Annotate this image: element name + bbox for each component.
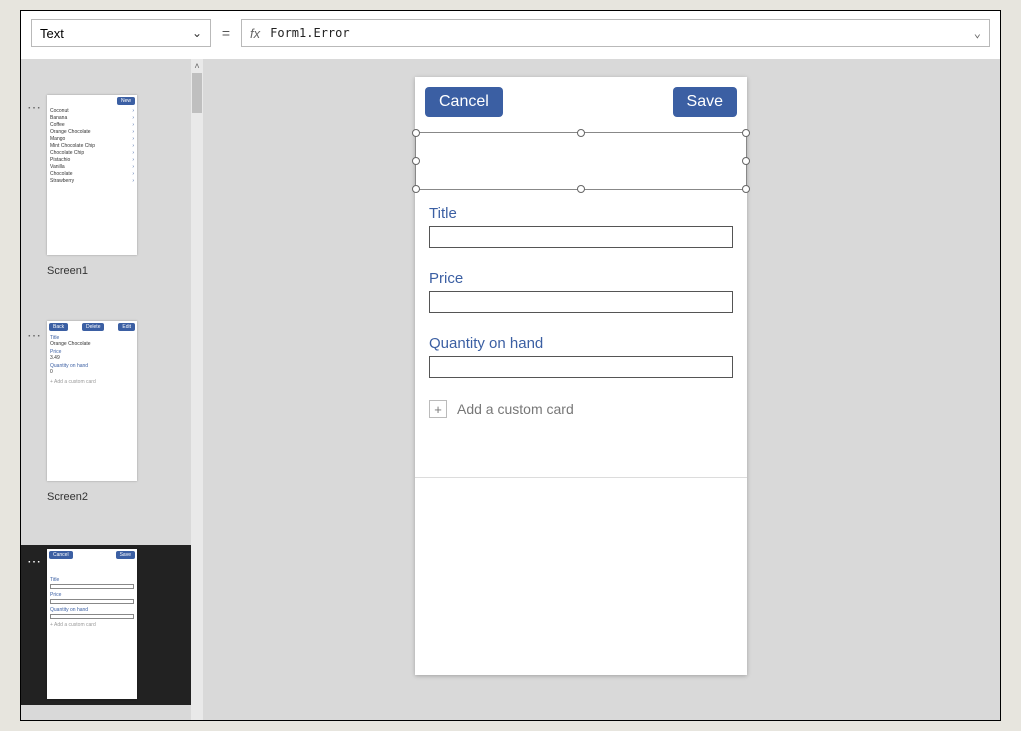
formula-bar: Text ⌄ = fx Form1.Error ⌄: [21, 11, 1000, 55]
form-body: Title Price Quantity on hand + Add a cus…: [429, 205, 733, 418]
formula-text: Form1.Error: [270, 26, 349, 40]
resize-handle[interactable]: [577, 185, 585, 193]
screens-panel: ⋯ New Coconut› Banana› Coffee› Orange Ch…: [21, 59, 191, 720]
mini-list: Coconut› Banana› Coffee› Orange Chocolat…: [47, 107, 137, 185]
resize-handle[interactable]: [742, 157, 750, 165]
thumb-menu-icon[interactable]: ⋯: [27, 553, 41, 570]
main-area: ⋯ New Coconut› Banana› Coffee› Orange Ch…: [21, 59, 1000, 720]
chevron-right-icon: ›: [132, 115, 134, 121]
quantity-input[interactable]: [429, 356, 733, 378]
mini-new-button: New: [117, 97, 135, 105]
thumb-screen1-preview: New Coconut› Banana› Coffee› Orange Choc…: [47, 95, 137, 255]
resize-handle[interactable]: [412, 129, 420, 137]
chevron-right-icon: ›: [132, 136, 134, 142]
mini-header: New: [47, 95, 137, 107]
selected-control[interactable]: [415, 132, 747, 190]
fx-icon: fx: [250, 26, 260, 41]
mini-header: Back Delete Edit: [47, 321, 137, 333]
chevron-right-icon: ›: [132, 178, 134, 184]
resize-handle[interactable]: [742, 185, 750, 193]
save-button[interactable]: Save: [673, 87, 737, 117]
add-custom-card[interactable]: + Add a custom card: [429, 400, 733, 418]
resize-handle[interactable]: [412, 185, 420, 193]
thumb-screen1[interactable]: New Coconut› Banana› Coffee› Orange Choc…: [47, 95, 137, 277]
resize-handle[interactable]: [742, 129, 750, 137]
thumb-screen2[interactable]: Back Delete Edit Title Orange Chocolate …: [47, 321, 137, 503]
thumb-screen3[interactable]: Cancel Save Title Price Quantity on hand…: [47, 549, 137, 699]
thumb-menu-icon[interactable]: ⋯: [27, 327, 41, 344]
chevron-right-icon: ›: [132, 143, 134, 149]
phone-header: Cancel Save: [415, 77, 747, 117]
resize-handle[interactable]: [412, 157, 420, 165]
scroll-thumb[interactable]: [192, 73, 202, 113]
price-label: Price: [429, 270, 733, 287]
cancel-button[interactable]: Cancel: [425, 87, 503, 117]
price-input[interactable]: [429, 291, 733, 313]
chevron-right-icon: ›: [132, 150, 134, 156]
chevron-right-icon: ›: [132, 129, 134, 135]
phone-preview: Cancel Save Title Price: [415, 77, 747, 675]
add-card-label: Add a custom card: [457, 401, 574, 417]
property-dropdown-value: Text: [40, 26, 64, 41]
property-dropdown[interactable]: Text ⌄: [31, 19, 211, 47]
app-frame: Text ⌄ = fx Form1.Error ⌄ ⋯ New Coconut›: [20, 10, 1001, 721]
thumb-screen3-preview: Cancel Save Title Price Quantity on hand…: [47, 549, 137, 699]
resize-handle[interactable]: [577, 129, 585, 137]
thumbs-scrollbar[interactable]: ˄: [191, 59, 203, 720]
thumb-screen1-label: Screen1: [47, 265, 137, 277]
chevron-right-icon: ›: [132, 164, 134, 170]
chevron-down-icon: ⌄: [192, 26, 202, 40]
formula-input[interactable]: fx Form1.Error ⌄: [241, 19, 990, 47]
chevron-right-icon: ›: [132, 171, 134, 177]
form-divider: [415, 477, 747, 478]
canvas[interactable]: Cancel Save Title Price: [203, 59, 1000, 720]
scroll-up-icon[interactable]: ˄: [191, 59, 203, 73]
quantity-label: Quantity on hand: [429, 335, 733, 352]
title-input[interactable]: [429, 226, 733, 248]
equals-sign: =: [217, 25, 235, 41]
thumb-screen2-preview: Back Delete Edit Title Orange Chocolate …: [47, 321, 137, 481]
thumb-screen2-label: Screen2: [47, 491, 137, 503]
chevron-right-icon: ›: [132, 157, 134, 163]
title-label: Title: [429, 205, 733, 222]
chevron-down-icon[interactable]: ⌄: [974, 26, 981, 40]
mini-header: Cancel Save: [47, 549, 137, 561]
thumb-menu-icon[interactable]: ⋯: [27, 99, 41, 116]
chevron-right-icon: ›: [132, 108, 134, 114]
plus-icon: +: [429, 400, 447, 418]
chevron-right-icon: ›: [132, 122, 134, 128]
